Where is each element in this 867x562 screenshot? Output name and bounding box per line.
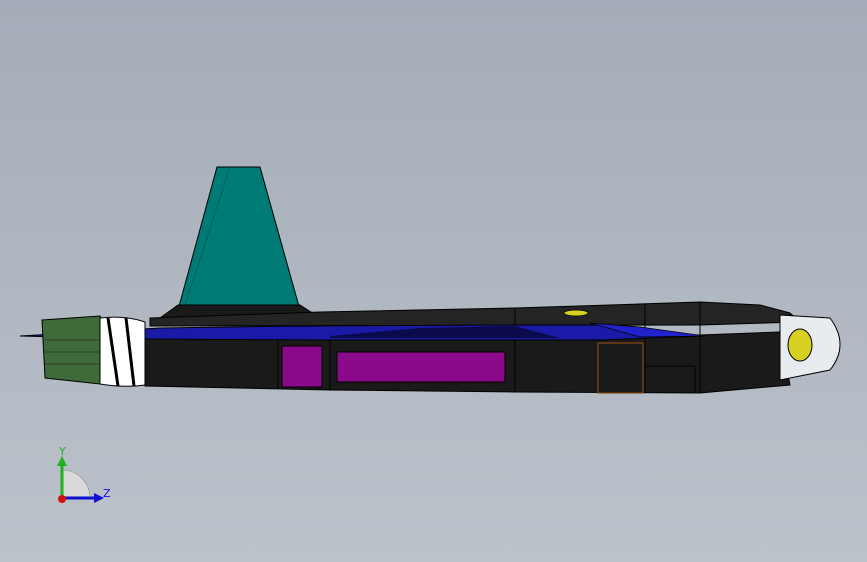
bay-panel-main[interactable] — [336, 351, 506, 383]
bay-panel-left[interactable] — [281, 345, 323, 388]
engine-nozzle[interactable] — [41, 315, 146, 387]
model-view[interactable]: Y Z — [0, 0, 867, 562]
z-axis-label: Z — [103, 487, 111, 500]
coordinate-triad: Y Z — [57, 445, 111, 503]
tail-fin[interactable] — [158, 166, 322, 319]
graphics-viewport[interactable]: Y Z — [0, 0, 867, 562]
y-axis-label: Y — [58, 445, 66, 458]
